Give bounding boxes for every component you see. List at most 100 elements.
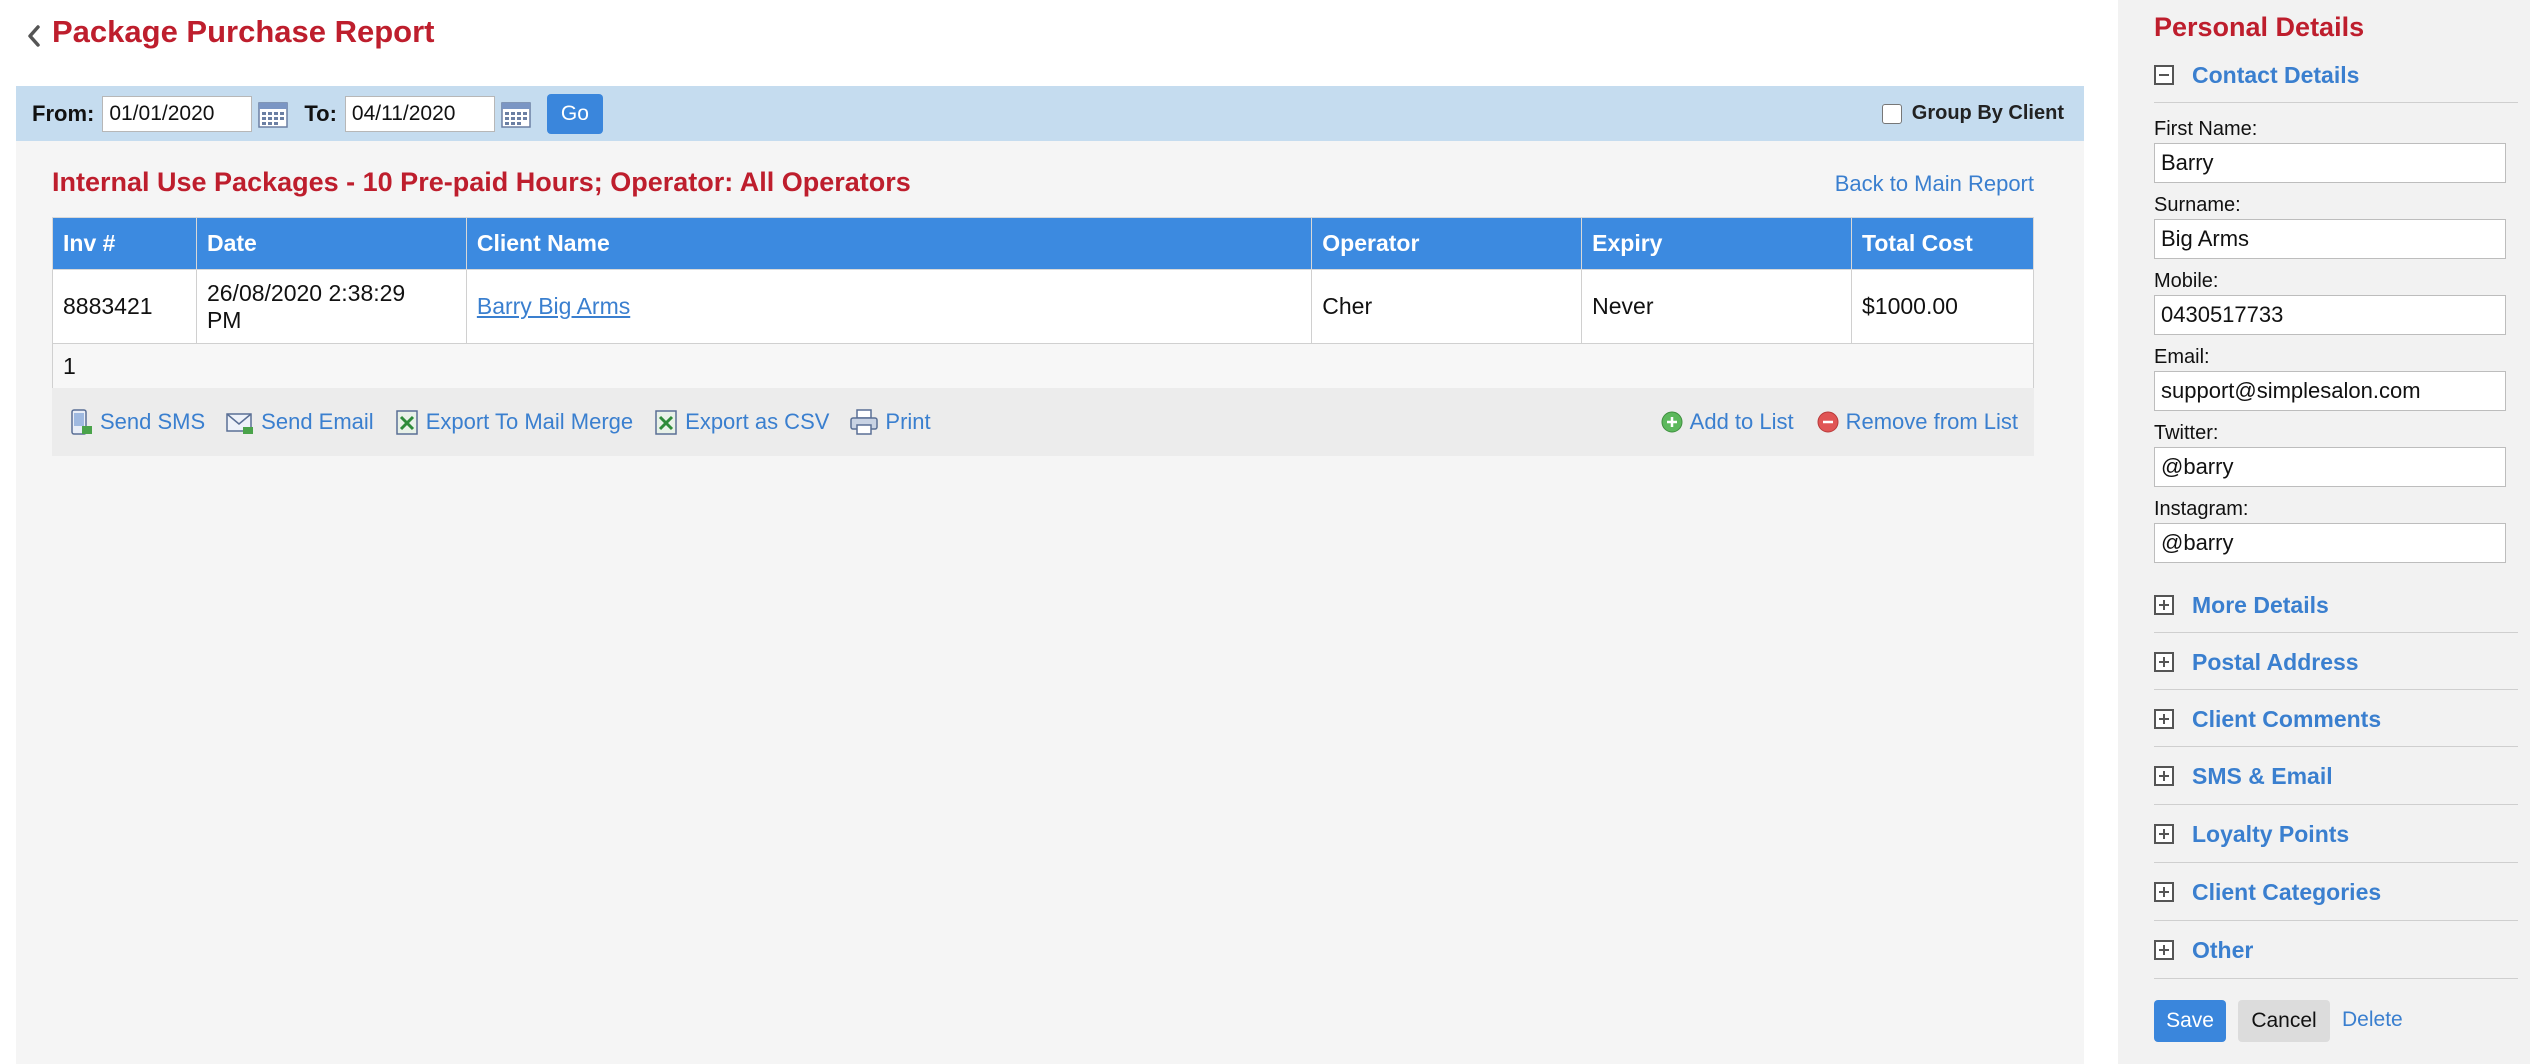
save-button[interactable]: Save <box>2154 1000 2226 1042</box>
first-name-label: First Name: <box>2154 118 2258 140</box>
cell-date-line2: PM <box>206 306 242 333</box>
delete-link[interactable]: Delete <box>2342 1008 2403 1032</box>
row-count: 1 <box>52 343 2034 390</box>
sms-icon <box>71 409 92 435</box>
report-table: Inv # Date Client Name Operator Expiry T… <box>52 217 2034 390</box>
section-postal-address[interactable]: Postal Address <box>2154 640 2518 684</box>
excel-icon <box>655 410 677 435</box>
expand-icon[interactable] <box>2154 709 2174 729</box>
add-to-list-label: Add to List <box>1689 409 1794 434</box>
section-more-details[interactable]: More Details <box>2154 583 2518 627</box>
print-label: Print <box>885 409 931 434</box>
group-by-client-label: Group By Client <box>1911 102 2064 124</box>
remove-from-list-button[interactable]: Remove from List <box>1816 409 2018 435</box>
export-mail-merge-label: Export To Mail Merge <box>425 409 634 434</box>
expand-icon[interactable] <box>2154 824 2174 844</box>
section-label: More Details <box>2192 591 2329 618</box>
cell-inv: 8883421 <box>52 269 197 344</box>
page-title: Package Purchase Report <box>52 14 435 49</box>
expand-icon[interactable] <box>2154 652 2174 672</box>
column-header-date[interactable]: Date <box>195 217 467 270</box>
expand-icon[interactable] <box>2154 882 2174 902</box>
client-name-link[interactable]: Barry Big Arms <box>477 293 630 319</box>
section-label: Client Comments <box>2192 705 2382 732</box>
column-header-inv[interactable]: Inv # <box>52 217 197 270</box>
group-by-client[interactable]: Group By Client <box>1881 86 2064 141</box>
divider <box>2154 920 2518 921</box>
email-label: Email: <box>2154 346 2210 368</box>
send-email-label: Send Email <box>261 409 374 434</box>
section-label: SMS & Email <box>2192 762 2333 789</box>
personal-details-title: Personal Details <box>2154 12 2365 42</box>
cell-date: 26/08/2020 2:38:29 PM <box>195 269 467 344</box>
cell-operator: Cher <box>1311 269 1583 344</box>
export-csv-label: Export as CSV <box>685 409 830 434</box>
printer-icon <box>850 409 879 435</box>
export-csv-button[interactable]: Export as CSV <box>653 408 829 436</box>
go-button[interactable]: Go <box>546 93 603 134</box>
collapse-icon[interactable] <box>2154 65 2174 85</box>
instagram-input[interactable] <box>2154 523 2506 563</box>
column-header-client-name[interactable]: Client Name <box>465 217 1313 270</box>
excel-icon <box>395 410 418 435</box>
export-mail-merge-button[interactable]: Export To Mail Merge <box>394 408 633 436</box>
email-icon <box>226 413 254 434</box>
send-sms-button[interactable]: Send SMS <box>68 408 205 436</box>
column-header-expiry[interactable]: Expiry <box>1581 217 1853 270</box>
remove-from-list-label: Remove from List <box>1845 409 2018 434</box>
divider <box>2154 632 2518 633</box>
table-row: 8883421 26/08/2020 2:38:29 PM Barry Big A… <box>52 269 2034 344</box>
mobile-label: Mobile: <box>2154 270 2219 292</box>
divider <box>2154 746 2518 747</box>
surname-input[interactable] <box>2154 219 2506 259</box>
cancel-button[interactable]: Cancel <box>2238 1000 2330 1042</box>
section-client-comments[interactable]: Client Comments <box>2154 697 2518 741</box>
print-button[interactable]: Print <box>849 408 931 436</box>
report-title: Internal Use Packages - 10 Pre-paid Hour… <box>52 167 911 197</box>
divider <box>2154 862 2518 863</box>
section-label: Postal Address <box>2192 648 2359 675</box>
send-email-button[interactable]: Send Email <box>225 409 374 435</box>
section-label: Client Categories <box>2192 878 2382 905</box>
back-to-main-report-link[interactable]: Back to Main Report <box>1835 171 2034 197</box>
group-by-client-checkbox[interactable] <box>1881 103 1902 124</box>
surname-label: Surname: <box>2154 194 2241 216</box>
divider <box>2154 804 2518 805</box>
divider <box>2154 978 2518 979</box>
column-header-operator[interactable]: Operator <box>1311 217 1583 270</box>
personal-details-panel: Personal Details Contact Details First N… <box>2118 0 2530 1064</box>
mobile-input[interactable] <box>2154 295 2506 335</box>
expand-icon[interactable] <box>2154 595 2174 615</box>
from-label: From: <box>32 100 95 126</box>
expand-icon[interactable] <box>2154 766 2174 786</box>
column-header-total-cost[interactable]: Total Cost <box>1851 217 2034 270</box>
first-name-input[interactable] <box>2154 143 2506 183</box>
action-bar: Send SMS Send Email Export To Mail Merge… <box>52 388 2034 456</box>
page: Package Purchase Report From: To: <box>0 0 2530 1064</box>
send-sms-label: Send SMS <box>100 409 206 434</box>
from-date-input[interactable] <box>102 95 253 132</box>
divider <box>2154 102 2518 103</box>
calendar-icon[interactable] <box>501 100 531 128</box>
remove-circle-icon <box>1817 411 1839 433</box>
to-date-input[interactable] <box>344 95 495 132</box>
section-loyalty-points[interactable]: Loyalty Points <box>2154 812 2518 856</box>
cell-date-line1: 26/08/2020 2:38:29 <box>206 279 406 306</box>
expand-icon[interactable] <box>2154 940 2174 960</box>
back-chevron-icon[interactable] <box>20 18 48 54</box>
email-input[interactable] <box>2154 371 2506 411</box>
section-other[interactable]: Other <box>2154 928 2518 972</box>
section-client-categories[interactable]: Client Categories <box>2154 870 2518 914</box>
section-contact-details[interactable]: Contact Details <box>2154 53 2518 97</box>
calendar-icon[interactable] <box>258 100 289 128</box>
add-circle-icon <box>1661 411 1683 433</box>
twitter-input[interactable] <box>2154 447 2506 487</box>
date-filter-bar: From: To: <box>16 86 2084 141</box>
table-header-row: Inv # Date Client Name Operator Expiry T… <box>52 217 2034 270</box>
twitter-label: Twitter: <box>2154 422 2219 444</box>
main-area: Package Purchase Report From: To: <box>0 0 2118 1064</box>
section-sms-email[interactable]: SMS & Email <box>2154 754 2518 798</box>
add-to-list-button[interactable]: Add to List <box>1660 409 1794 435</box>
section-label: Loyalty Points <box>2192 820 2350 847</box>
cell-expiry: Never <box>1581 269 1853 344</box>
